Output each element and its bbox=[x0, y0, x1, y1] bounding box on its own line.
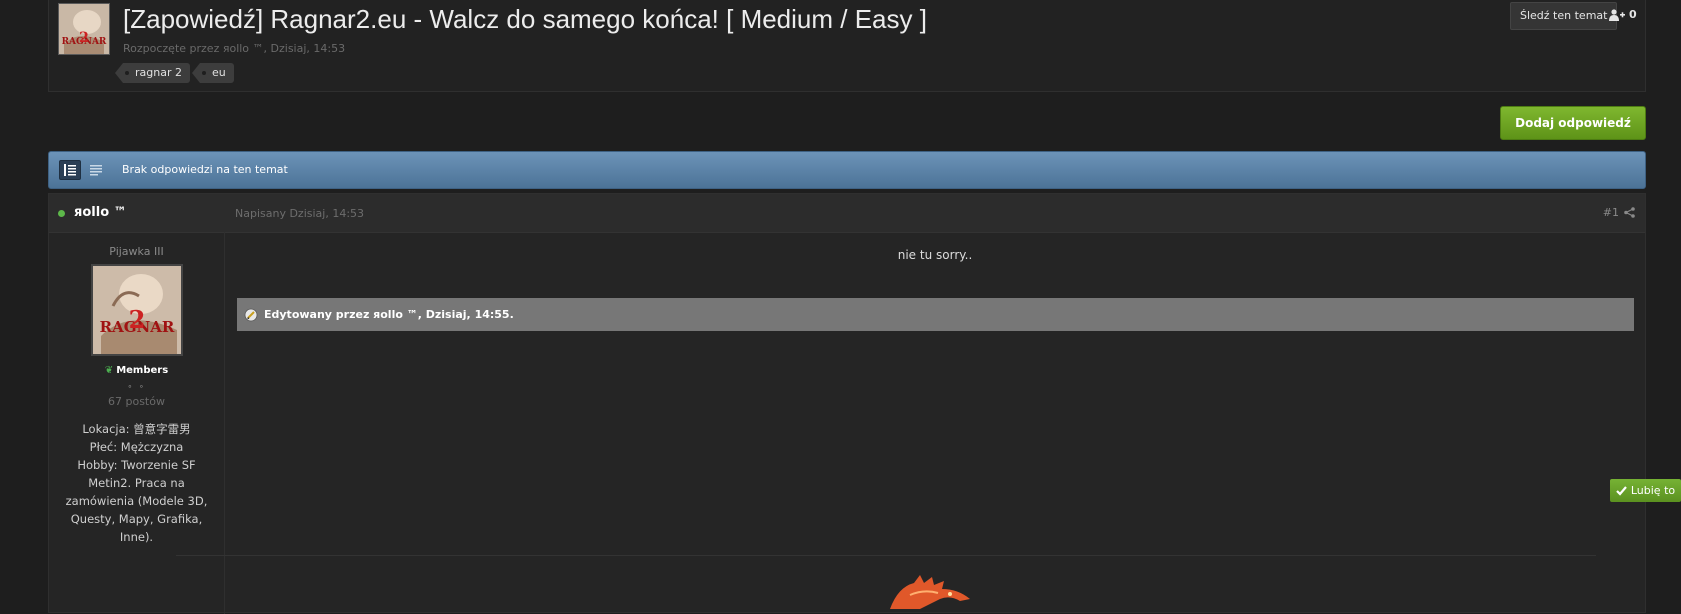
signature-divider bbox=[176, 555, 1596, 556]
svg-text:2: 2 bbox=[128, 305, 145, 334]
view-mode-compact-button[interactable] bbox=[85, 160, 107, 180]
tag-ragnar-2[interactable]: ragnar 2 bbox=[115, 63, 190, 83]
follow-topic-button[interactable]: Śledź ten temat bbox=[1510, 2, 1618, 30]
post-number[interactable]: #1 bbox=[1603, 206, 1635, 219]
post-content: nie tu sorry.. bbox=[897, 248, 973, 262]
followers-count-value: 0 bbox=[1629, 8, 1637, 21]
edit-notice-text: Edytowany przez яollo ™, Dzisiaj, 14:55. bbox=[264, 308, 514, 321]
edit-notice: Edytowany przez яollo ™, Dzisiaj, 14:55. bbox=[237, 298, 1634, 331]
author-avatar[interactable]: RAGNAR 2 bbox=[90, 264, 183, 356]
post-number-label: #1 bbox=[1602, 206, 1619, 219]
posts-count: 67 postów bbox=[108, 395, 165, 408]
tag-eu[interactable]: eu bbox=[192, 63, 234, 83]
rank-pips: ∘ ∘ bbox=[127, 382, 146, 391]
post: яollo ™ Napisany Dzisiaj, 14:53 #1 Pijaw… bbox=[48, 193, 1681, 614]
dragon-signature-image bbox=[890, 575, 970, 609]
profile-fields: Lokacja: 曾意字雷男 Płeć: Mężczyzna Hobby: Tw… bbox=[65, 422, 208, 544]
topic-title: [Zapowiedź] Ragnar2.eu - Walcz do samego… bbox=[123, 4, 927, 34]
like-button-label: Lubię to bbox=[1630, 484, 1676, 497]
topic-meta: Rozpoczęte przez яollo ™, Dzisiaj, 14:53 bbox=[123, 42, 346, 55]
user-group-label: Members bbox=[116, 365, 169, 376]
view-mode-full-button[interactable] bbox=[59, 160, 81, 180]
post-date: Napisany Dzisiaj, 14:53 bbox=[235, 207, 365, 220]
post-author-name[interactable]: яollo ™ bbox=[74, 205, 127, 220]
tag-list: ragnar 2 eu bbox=[115, 63, 234, 83]
topic-starter-avatar[interactable]: RAGNAR 2 bbox=[58, 3, 110, 55]
user-group: ❦ Members bbox=[49, 365, 224, 376]
edit-icon bbox=[244, 308, 258, 321]
post-body: nie tu sorry.. Edytowany przez яollo ™, … bbox=[225, 232, 1681, 572]
followers-count[interactable]: 0 bbox=[1609, 8, 1637, 21]
online-status-icon bbox=[58, 210, 65, 217]
author-info-column: Pijawka III RAGNAR 2 ❦ Members ∘ ∘ 67 pos… bbox=[49, 232, 225, 614]
like-button[interactable]: Lubię to bbox=[1610, 479, 1681, 502]
share-icon[interactable] bbox=[1624, 207, 1635, 218]
add-reply-button[interactable]: Dodaj odpowiedź bbox=[1500, 106, 1646, 140]
user-rank: Pijawka III bbox=[109, 245, 164, 258]
list-view-icon bbox=[64, 164, 76, 176]
compact-view-icon bbox=[90, 165, 102, 176]
group-icon: ❦ bbox=[104, 365, 114, 376]
svg-text:2: 2 bbox=[79, 30, 89, 46]
users-icon bbox=[1609, 8, 1625, 21]
topic-status-bar: Brak odpowiedzi na ten temat bbox=[48, 151, 1646, 189]
checkmark-icon bbox=[1616, 485, 1627, 496]
no-replies-text: Brak odpowiedzi na ten temat bbox=[122, 163, 288, 176]
post-header: яollo ™ Napisany Dzisiaj, 14:53 #1 bbox=[49, 194, 1645, 233]
